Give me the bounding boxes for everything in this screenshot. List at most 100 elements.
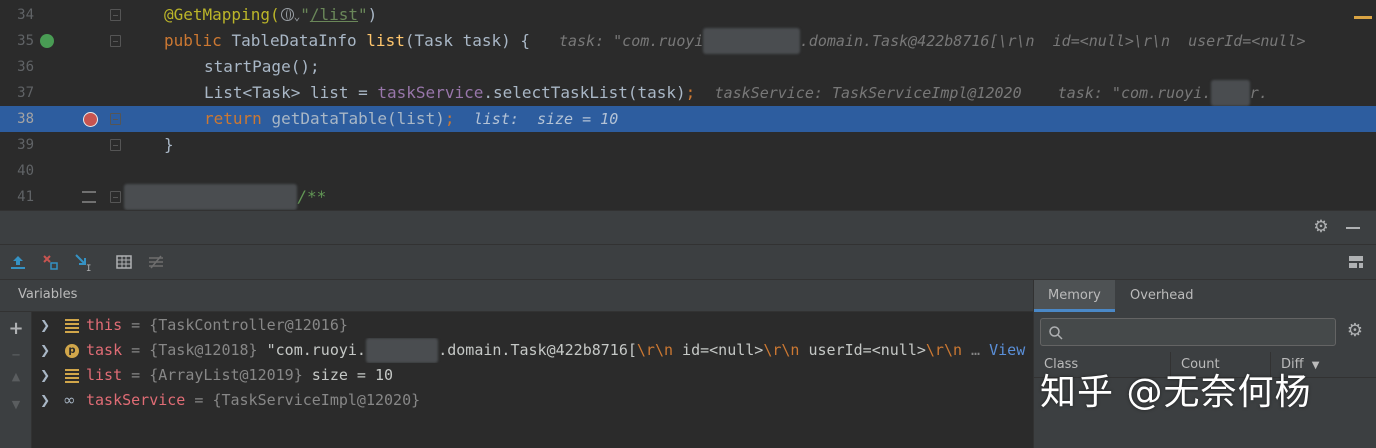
- inline-debug-hint: task: "com.ruoyi: [558, 32, 704, 50]
- variable-name: list: [86, 366, 123, 384]
- move-down-icon[interactable]: ▼: [8, 398, 24, 414]
- code-token: id=<null>: [673, 341, 764, 359]
- variable-name: this: [86, 316, 123, 334]
- code-token: TableDataInfo: [231, 31, 367, 50]
- watch-icon: ∞: [63, 391, 76, 409]
- code-token: {ArrayList@12019}: [149, 366, 303, 384]
- memory-search-input[interactable]: [1040, 318, 1336, 346]
- variables-title: Variables: [18, 287, 78, 302]
- code-token: =: [185, 391, 213, 409]
- code-token: userId=<null>: [799, 341, 926, 359]
- redacted-text: [365, 338, 439, 363]
- fold-marker-icon[interactable]: [110, 35, 121, 47]
- step-over-icon[interactable]: [40, 252, 60, 272]
- code-token: /**: [297, 187, 327, 206]
- expand-arrow-icon[interactable]: ❯: [40, 338, 50, 363]
- variable-text: list = {ArrayList@12019} size = 10: [86, 363, 393, 388]
- code-line[interactable]: 40: [0, 158, 1376, 184]
- run-method-gutter-icon[interactable]: [40, 34, 54, 48]
- remove-watch-icon[interactable]: –: [8, 344, 24, 365]
- step-into-icon[interactable]: I: [73, 252, 93, 272]
- code-token: taskService: [377, 83, 484, 102]
- line-number[interactable]: 39: [0, 132, 34, 158]
- variable-row-taskService[interactable]: ❯ ∞ taskService = {TaskServiceImpl@12020}: [32, 388, 1033, 413]
- code-token: .selectTaskList(task): [483, 83, 686, 102]
- code-line[interactable]: 34 @GetMapping(⌄"/list"): [0, 2, 1376, 28]
- tab-memory[interactable]: Memory: [1034, 280, 1115, 312]
- code-token: list: [366, 31, 405, 50]
- move-up-icon[interactable]: ▲: [8, 370, 24, 386]
- code-token: @GetMapping(: [164, 5, 280, 24]
- code-line[interactable]: 39}: [0, 132, 1376, 158]
- tab-overhead[interactable]: Overhead: [1116, 280, 1208, 312]
- code-line[interactable]: 41 /**: [0, 184, 1376, 210]
- variable-row-list[interactable]: ❯ list = {ArrayList@12019} size = 10: [32, 363, 1033, 388]
- code-token: ;: [685, 83, 696, 102]
- line-number[interactable]: 34: [0, 2, 34, 28]
- code-text: /**: [124, 184, 326, 210]
- fold-marker-icon[interactable]: [110, 9, 121, 21]
- layout-settings-icon[interactable]: [1346, 252, 1366, 272]
- code-token: {TaskController@12016}: [149, 316, 348, 334]
- variables-header: Variables: [0, 280, 1033, 312]
- current-execution-line[interactable]: 38 return getDataTable(list); list: size …: [0, 106, 1376, 132]
- add-watch-icon[interactable]: +: [8, 318, 24, 339]
- line-number[interactable]: 40: [0, 158, 34, 184]
- view-link[interactable]: View: [989, 341, 1025, 359]
- breakpoint-icon[interactable]: [83, 112, 98, 127]
- settings-gear-icon[interactable]: ⚙: [1311, 217, 1331, 237]
- code-line[interactable]: 37 List<Task> list = taskService.selectTa…: [0, 80, 1376, 106]
- line-number[interactable]: 36: [0, 54, 34, 80]
- variable-name: taskService: [86, 391, 186, 409]
- redacted-text: [703, 28, 800, 54]
- code-token: }: [164, 135, 174, 154]
- code-token: =: [122, 341, 150, 359]
- code-text: List<Task> list = taskService.selectTask…: [204, 80, 1268, 106]
- line-number[interactable]: 35: [0, 28, 34, 54]
- code-token: ();: [290, 57, 320, 76]
- code-token: \r\n: [925, 341, 963, 359]
- fold-marker-icon[interactable]: [110, 113, 121, 125]
- code-token: {TaskServiceImpl@12020}: [212, 391, 421, 409]
- inline-debug-hint: list: size = 10: [473, 110, 619, 128]
- variable-name: task: [86, 341, 123, 359]
- web-endpoint-icon[interactable]: [280, 8, 294, 21]
- code-token: public: [164, 31, 232, 50]
- variable-row-this[interactable]: ❯ this = {TaskController@12016}: [32, 313, 1033, 338]
- code-token: ): [367, 5, 378, 24]
- expand-arrow-icon[interactable]: ❯: [40, 388, 50, 413]
- code-line[interactable]: 36 startPage();: [0, 54, 1376, 80]
- code-editor[interactable]: 34 @GetMapping(⌄"/list") 35 public TableDat…: [0, 0, 1376, 210]
- javadoc-toggle-icon[interactable]: [82, 191, 96, 203]
- minimize-icon[interactable]: [1346, 227, 1360, 229]
- code-token: getDataTable(list): [271, 109, 445, 128]
- line-number[interactable]: 38: [0, 106, 34, 132]
- expand-arrow-icon[interactable]: ❯: [40, 313, 50, 338]
- fold-marker-icon[interactable]: [110, 191, 121, 203]
- code-line[interactable]: 35 public TableDataInfo list(Task task) {…: [0, 28, 1376, 54]
- code-token: …: [962, 341, 990, 359]
- warning-marker[interactable]: [1354, 16, 1372, 19]
- inline-debug-hint: taskService: TaskServiceImpl@12020 task:…: [714, 84, 1212, 102]
- variable-row-task[interactable]: ❯ p task = {Task@12018} "com.ruoyi. .domai…: [32, 338, 1033, 363]
- code-text: public TableDataInfo list(Task task) { t…: [164, 28, 1306, 54]
- code-token: startPage: [204, 57, 291, 76]
- code-token: size = 10: [302, 366, 394, 384]
- line-number[interactable]: 37: [0, 80, 34, 106]
- trace-stream-icon[interactable]: [146, 252, 166, 272]
- evaluate-table-icon[interactable]: [114, 252, 134, 272]
- error-stripe[interactable]: [1352, 0, 1376, 210]
- code-text: return getDataTable(list); list: size = …: [204, 106, 618, 132]
- search-icon: [1049, 326, 1063, 340]
- field-icon: [65, 319, 79, 333]
- expand-arrow-icon[interactable]: ❯: [40, 363, 50, 388]
- line-number[interactable]: 41: [0, 184, 34, 210]
- memory-settings-gear-icon[interactable]: ⚙: [1344, 320, 1366, 342]
- inline-debug-hint: r.: [1249, 84, 1268, 102]
- code-text: }: [164, 132, 174, 158]
- fold-marker-icon[interactable]: [110, 139, 121, 151]
- show-execution-point-icon[interactable]: [8, 252, 28, 272]
- debug-toolbar: I: [0, 244, 1376, 280]
